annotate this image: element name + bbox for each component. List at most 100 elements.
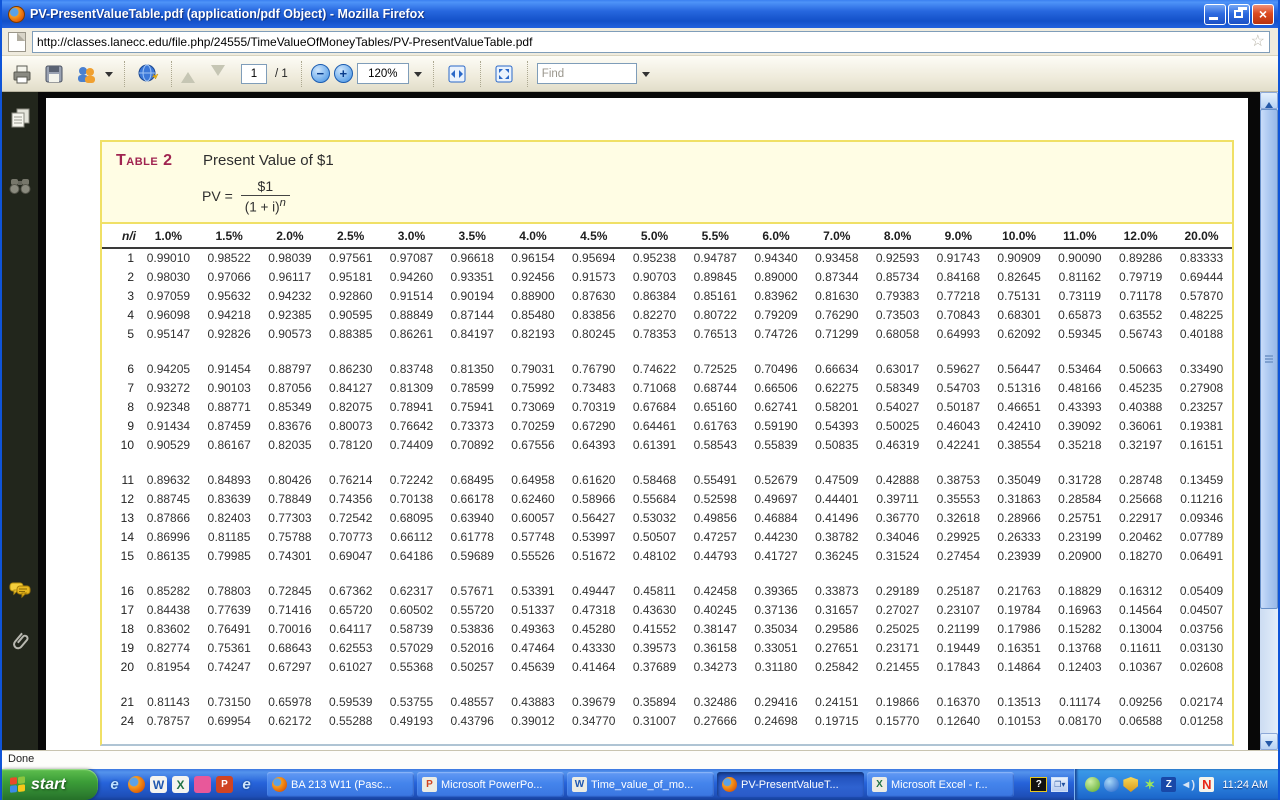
period-cell: 3 (102, 286, 138, 305)
pv-cell: 0.76290 (806, 305, 867, 324)
web-search-button[interactable] (134, 60, 162, 88)
taskbar-button[interactable]: PV-PresentValueT... (717, 772, 864, 797)
pv-cell: 0.31180 (746, 657, 807, 676)
attachments-paperclip-icon[interactable] (8, 630, 32, 654)
previous-page-button[interactable] (181, 65, 195, 83)
pv-cell: 0.45235 (1110, 378, 1171, 397)
outlook-icon[interactable]: e (238, 776, 255, 793)
key-icon[interactable] (194, 776, 211, 793)
norton-tray-icon[interactable]: N (1199, 777, 1214, 792)
pv-cell: 0.88849 (381, 305, 442, 324)
bookmark-star-icon[interactable]: ☆ (1251, 34, 1265, 50)
pv-cell: 0.20462 (1110, 527, 1171, 546)
period-cell: 9 (102, 416, 138, 435)
pv-cell: 0.56427 (563, 508, 624, 527)
next-page-button[interactable] (211, 65, 225, 83)
pv-cell: 0.75992 (503, 378, 564, 397)
pv-cell: 0.80722 (685, 305, 746, 324)
pv-cell: 0.63552 (1110, 305, 1171, 324)
internet-explorer-icon[interactable]: e (106, 776, 123, 793)
period-cell: 14 (102, 527, 138, 546)
table-row: 140.869960.811850.757880.707730.661120.6… (102, 527, 1232, 546)
pv-cell: 0.09256 (1110, 692, 1171, 711)
pv-cell: 0.23257 (1171, 397, 1232, 416)
pv-cell: 0.24698 (746, 711, 807, 730)
pdf-page: Table 2 Present Value of $1 PV = $1 (1 +… (46, 98, 1248, 750)
scroll-up-button[interactable] (1260, 92, 1278, 109)
pv-cell: 0.59190 (746, 416, 807, 435)
messenger-tray-icon[interactable] (1085, 777, 1100, 792)
minimize-button[interactable] (1204, 4, 1226, 25)
pv-cell: 0.81630 (806, 286, 867, 305)
pv-cell: 0.92385 (260, 305, 321, 324)
network-tray-icon[interactable] (1104, 777, 1119, 792)
pv-cell: 0.34273 (685, 657, 746, 676)
scrollbar-thumb[interactable] (1260, 109, 1278, 609)
pv-cell: 0.42888 (867, 470, 928, 489)
pv-cell: 0.50835 (806, 435, 867, 454)
pv-cell: 0.15770 (867, 711, 928, 730)
start-button[interactable]: start (2, 769, 98, 800)
pv-header-cell: 11.0% (1049, 224, 1110, 248)
zoom-level-select[interactable]: 120% (357, 63, 409, 84)
pv-cell: 0.61027 (320, 657, 381, 676)
zone-tray-icon[interactable]: Z (1161, 777, 1176, 792)
scroll-down-button[interactable] (1260, 733, 1278, 750)
pv-cell: 0.53997 (563, 527, 624, 546)
pv-cell: 0.64117 (320, 619, 381, 638)
pages-panel-icon[interactable] (8, 106, 32, 130)
pv-cell: 0.29189 (867, 581, 928, 600)
update-tray-icon[interactable]: ✶ (1142, 777, 1157, 792)
shield-tray-icon[interactable] (1123, 777, 1138, 792)
excel-icon[interactable]: X (172, 776, 189, 793)
comments-panel-icon[interactable] (8, 578, 32, 602)
search-binoculars-icon[interactable] (8, 174, 32, 198)
taskbar-button[interactable]: XMicrosoft Excel - r... (867, 772, 1014, 797)
show-desktop-icon[interactable]: ❐▾ (1051, 777, 1068, 792)
volume-tray-icon[interactable]: ◄) (1180, 777, 1195, 792)
url-field[interactable]: ☆ (32, 31, 1270, 53)
pv-cell: 0.45280 (563, 619, 624, 638)
restore-button[interactable] (1228, 4, 1250, 25)
pv-formula: PV = $1 (1 + i)n (202, 178, 1232, 215)
language-bar-icon[interactable]: ? (1030, 777, 1047, 792)
word-icon[interactable]: W (150, 776, 167, 793)
find-input[interactable] (537, 63, 637, 84)
page-number-input[interactable] (241, 64, 267, 84)
vertical-scrollbar[interactable] (1260, 92, 1278, 750)
quick-launch: e WX Pe (98, 776, 263, 793)
collaborate-dropdown[interactable] (105, 72, 113, 81)
pv-cell: 0.70496 (746, 359, 807, 378)
url-input[interactable] (37, 35, 1251, 49)
pv-header-cell: 1.5% (199, 224, 260, 248)
zoom-dropdown[interactable] (414, 72, 422, 81)
pv-cell: 0.43330 (563, 638, 624, 657)
pv-cell: 0.68301 (989, 305, 1050, 324)
pv-cell: 0.73069 (503, 397, 564, 416)
pv-cell: 0.92456 (503, 267, 564, 286)
pv-cell: 0.86261 (381, 324, 442, 343)
pv-header-cell: 5.0% (624, 224, 685, 248)
pv-cell: 0.25668 (1110, 489, 1171, 508)
pv-cell: 0.35894 (624, 692, 685, 711)
pv-cell: 0.33873 (806, 581, 867, 600)
print-button[interactable] (8, 60, 36, 88)
close-button[interactable]: × (1252, 4, 1274, 25)
pv-cell: 0.35218 (1049, 435, 1110, 454)
fit-width-button[interactable] (443, 60, 471, 88)
find-dropdown[interactable] (642, 72, 650, 81)
fit-page-button[interactable] (490, 60, 518, 88)
zoom-out-button[interactable]: − (311, 64, 330, 83)
taskbar-button[interactable]: PMicrosoft PowerPo... (417, 772, 564, 797)
taskbar-button[interactable]: WTime_value_of_mo... (567, 772, 714, 797)
pv-cell: 0.53464 (1049, 359, 1110, 378)
zoom-in-button[interactable]: + (334, 64, 353, 83)
firefox-icon[interactable] (128, 776, 145, 793)
collaborate-button[interactable] (72, 60, 100, 88)
powerpoint-icon[interactable]: P (216, 776, 233, 793)
pv-cell: 0.14564 (1110, 600, 1171, 619)
pv-cell: 0.59345 (1049, 324, 1110, 343)
taskbar-button[interactable]: BA 213 W11 (Pasc... (267, 772, 414, 797)
save-button[interactable] (40, 60, 68, 88)
pv-cell: 0.28748 (1110, 470, 1171, 489)
